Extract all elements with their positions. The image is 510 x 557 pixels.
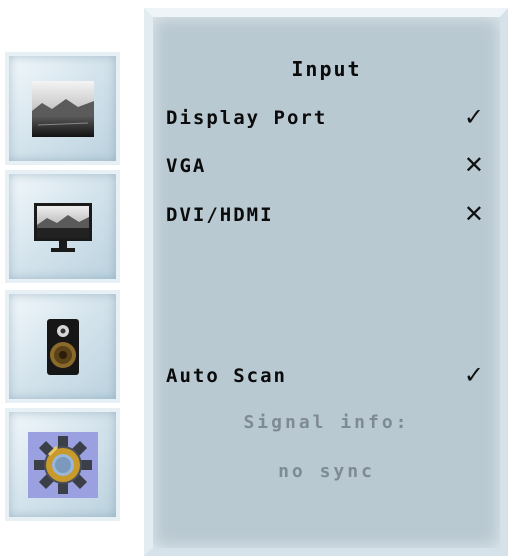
sidebar-item-audio[interactable] (5, 290, 120, 403)
sidebar-item-setup[interactable] (5, 408, 120, 521)
option-label: Auto Scan (166, 365, 287, 387)
option-dvi-hdmi[interactable]: DVI/HDMI ✕ (166, 200, 484, 234)
check-icon: ✓ (463, 361, 484, 389)
cross-icon: ✕ (463, 200, 484, 228)
monitor-icon (32, 199, 94, 255)
sidebar-item-picture[interactable] (5, 52, 120, 165)
gear-icon (27, 431, 98, 498)
cross-icon: ✕ (463, 151, 484, 179)
landscape-picture-icon (31, 80, 94, 137)
option-auto-scan[interactable]: Auto Scan ✓ (166, 361, 484, 395)
speaker-icon (32, 318, 94, 375)
option-label: VGA (166, 155, 207, 177)
menu-title: Input (291, 57, 362, 81)
sidebar-item-display[interactable] (5, 170, 120, 283)
option-display-port[interactable]: Display Port ✓ (166, 103, 484, 137)
option-label: DVI/HDMI (166, 204, 274, 226)
option-vga[interactable]: VGA ✕ (166, 151, 484, 185)
option-label: Display Port (166, 107, 328, 129)
signal-status-value: no sync (278, 461, 375, 482)
input-menu-panel: Input Display Port ✓ VGA ✕ DVI/HDMI ✕ Au… (144, 8, 508, 556)
signal-info-label: Signal info: (243, 412, 410, 433)
check-icon: ✓ (463, 103, 484, 131)
